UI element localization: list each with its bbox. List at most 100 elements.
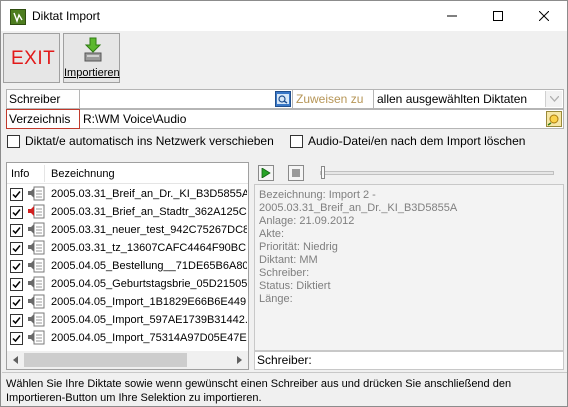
stop-button[interactable] <box>288 165 304 181</box>
title-bar: Diktat Import <box>1 1 567 31</box>
schreiber-label: Schreiber <box>7 90 79 108</box>
list-item[interactable]: 2005.03.31_Breif_an_Dr._KI_B3D5855A... <box>7 185 248 203</box>
list-item-name: 2005.03.31_neuer_test_942C75267DC8... <box>51 224 247 236</box>
play-button[interactable] <box>258 165 274 181</box>
verzeichnis-row: Verzeichnis R:\WM Voice\Audio <box>6 109 564 129</box>
app-logo-icon <box>10 9 26 25</box>
column-bezeichnung[interactable]: Bezeichnung <box>51 168 115 180</box>
import-button[interactable]: Importieren <box>63 33 120 83</box>
list-item-name: 2005.03.31_tz_13607CAFC4464F90BC... <box>51 242 247 254</box>
detail-line: Diktant: MM <box>259 254 318 266</box>
list-item[interactable]: 2005.03.31_Brief_an_Stadtr_362A125C... <box>7 203 248 221</box>
checkmark-icon <box>12 317 21 325</box>
maximize-button[interactable] <box>475 1 521 31</box>
assign-select[interactable]: allen ausgewählten Diktaten <box>374 90 546 108</box>
row-checkbox[interactable] <box>10 314 23 327</box>
details-schreiber-field: Schreiber: <box>254 351 564 370</box>
document-speaker-icon <box>28 312 46 330</box>
chevron-down-icon <box>549 96 559 102</box>
close-button[interactable] <box>521 1 567 31</box>
list-item-name: 2005.04.05_Import_75314A97D05E47E... <box>51 332 247 344</box>
row-checkbox[interactable] <box>10 278 23 291</box>
list-item[interactable]: 2005.04.05_Geburtstagsbrie_05D21505... <box>7 275 248 293</box>
list-item-name: 2005.04.05_Geburtstagsbrie_05D21505... <box>51 278 247 290</box>
list-item[interactable]: 2005.04.05_Import_597AE1739B31442... <box>7 311 248 329</box>
chevron-left-icon <box>13 356 18 364</box>
diktat-import-window: Diktat Import EXIT Importieren Schreiber <box>0 0 568 407</box>
maximize-icon <box>493 11 503 21</box>
schreiber-row: Schreiber Zuweisen zu allen ausgewählten… <box>6 89 564 109</box>
delete-audio-label: Audio-Datei/en nach dem Import löschen <box>308 134 526 148</box>
row-checkbox[interactable] <box>10 332 23 345</box>
row-checkbox[interactable] <box>10 224 23 237</box>
scroll-left-button[interactable] <box>7 351 24 369</box>
document-speaker-icon <box>28 258 46 276</box>
exit-button[interactable]: EXIT <box>3 33 60 83</box>
row-checkbox[interactable] <box>10 206 23 219</box>
play-icon <box>261 168 271 178</box>
detail-line: Bezeichnung: Import 2 - <box>259 189 376 201</box>
list-rows: 2005.03.31_Breif_an_Dr._KI_B3D5855A... 20… <box>7 185 248 351</box>
list-item[interactable]: 2005.04.05_Import_75314A97D05E47E... <box>7 329 248 347</box>
auto-network-label: Diktat/e automatisch ins Netzwerk versch… <box>25 134 274 148</box>
list-item-name: 2005.03.31_Brief_an_Stadtr_362A125C... <box>51 206 247 218</box>
column-info[interactable]: Info <box>11 168 29 180</box>
zuweisen-label: Zuweisen zu <box>296 92 364 106</box>
checkmark-icon <box>12 335 21 343</box>
verzeichnis-label: Verzeichnis <box>6 109 80 129</box>
audio-player <box>254 162 564 184</box>
assign-dropdown-button[interactable] <box>545 91 562 107</box>
horizontal-scrollbar[interactable] <box>7 351 248 369</box>
diktat-details: Bezeichnung: Import 2 -2005.03.31_Breif_… <box>254 184 564 351</box>
row-checkbox[interactable] <box>10 296 23 309</box>
list-item[interactable]: 2005.04.05_Import_1B1829E66B6E449... <box>7 293 248 311</box>
auto-network-checkbox[interactable] <box>7 135 20 148</box>
list-item[interactable]: 2005.03.31_tz_13607CAFC4464F90BC... <box>7 239 248 257</box>
document-red-icon <box>28 204 46 222</box>
status-hint: Wählen Sie Ihre Diktate sowie wenn gewün… <box>2 372 567 406</box>
row-checkbox[interactable] <box>10 260 23 273</box>
document-speaker-icon <box>28 294 46 312</box>
folder-browse-icon[interactable] <box>546 111 562 127</box>
list-item[interactable]: 2005.04.05_Bestellung__71DE65B6A80... <box>7 257 248 275</box>
checkmark-icon <box>12 263 21 271</box>
scroll-right-button[interactable] <box>231 351 248 369</box>
checkmark-icon <box>12 191 21 199</box>
list-item-name: 2005.04.05_Bestellung__71DE65B6A80... <box>51 260 247 272</box>
checkmark-icon <box>12 299 21 307</box>
minimize-button[interactable] <box>429 1 475 31</box>
scroll-thumb[interactable] <box>24 353 187 367</box>
schreiber-input[interactable] <box>80 90 274 108</box>
list-header: Info Bezeichnung <box>7 163 248 184</box>
document-speaker-icon <box>28 222 46 240</box>
document-speaker-icon <box>28 330 46 348</box>
document-speaker-icon <box>28 276 46 294</box>
verzeichnis-input[interactable]: R:\WM Voice\Audio <box>80 110 540 128</box>
minimize-icon <box>447 15 457 17</box>
checkmark-icon <box>12 281 21 289</box>
list-item-name: 2005.04.05_Import_1B1829E66B6E449... <box>51 296 247 308</box>
toolbar: EXIT Importieren <box>1 31 567 85</box>
row-checkbox[interactable] <box>10 188 23 201</box>
detail-line: Status: Diktiert <box>259 280 331 292</box>
detail-line: Priorität: Niedrig <box>259 241 338 253</box>
chevron-right-icon <box>237 356 242 364</box>
close-icon <box>539 11 549 21</box>
detail-line: Akte: <box>259 228 285 240</box>
delete-audio-checkbox[interactable] <box>290 135 303 148</box>
audio-position-knob[interactable] <box>321 166 325 179</box>
stop-icon <box>292 169 300 177</box>
audio-position-track[interactable] <box>320 171 554 175</box>
detail-line: Schreiber: <box>259 267 310 279</box>
list-item-name: 2005.04.05_Import_597AE1739B31442... <box>51 314 247 326</box>
diktat-list: Info Bezeichnung 2005.03.31_Breif_an_Dr.… <box>6 162 249 370</box>
document-speaker-icon <box>28 186 46 204</box>
exit-label: EXIT <box>11 48 56 69</box>
detail-line: Anlage: 21.09.2012 <box>259 215 355 227</box>
row-checkbox[interactable] <box>10 242 23 255</box>
document-speaker-icon <box>28 240 46 258</box>
list-item-name: 2005.03.31_Breif_an_Dr._KI_B3D5855A... <box>51 188 247 200</box>
import-arrow-icon <box>84 37 102 62</box>
list-item[interactable]: 2005.03.31_neuer_test_942C75267DC8... <box>7 221 248 239</box>
search-person-icon[interactable] <box>275 91 291 107</box>
